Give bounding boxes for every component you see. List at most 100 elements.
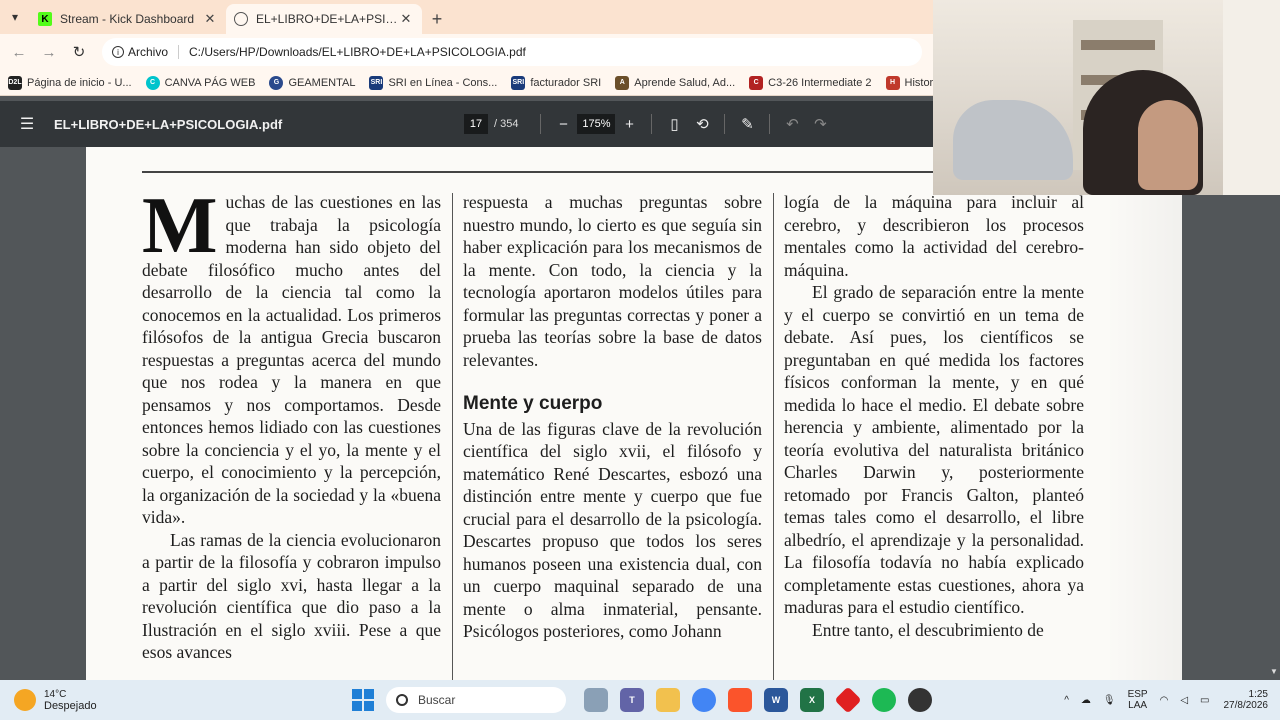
tab-search-chevron-icon[interactable]: ▾: [0, 0, 30, 34]
close-tab-icon[interactable]: ✕: [202, 11, 218, 27]
zoom-out-icon[interactable]: −: [549, 110, 577, 138]
column-divider: [452, 193, 453, 680]
bookmark-item[interactable]: SRI facturador SRI: [511, 75, 602, 90]
volume-icon[interactable]: ◁: [1180, 695, 1188, 706]
course-icon: C: [749, 75, 764, 90]
pillow: [953, 100, 1073, 180]
bookmark-item[interactable]: C C3-26 Intermediate 2: [749, 75, 872, 90]
bookmark-item[interactable]: A Aprende Salud, Ad...: [615, 75, 736, 90]
search-icon: [396, 694, 408, 706]
excel-icon[interactable]: X: [800, 688, 824, 712]
lang-code: ESP: [1127, 689, 1148, 700]
d2l-icon: D2L: [8, 75, 22, 90]
bookmark-label: Aprende Salud, Ad...: [634, 76, 736, 89]
system-tray: ^ ☁ 🎙 ESP LAA ◠ ◁ ▭ 1:25 27/8/2026: [1058, 680, 1280, 720]
language-indicator[interactable]: ESP LAA: [1128, 689, 1148, 711]
cloud-icon[interactable]: ☁: [1081, 695, 1091, 706]
divider: [724, 114, 726, 134]
chevron-up-icon[interactable]: ^: [1064, 695, 1069, 706]
keyboard-layout: LAA: [1128, 700, 1148, 711]
canva-icon: C: [145, 75, 160, 90]
tab-pdf[interactable]: EL+LIBRO+DE+LA+PSICOLOGIA.pdf ✕: [226, 4, 422, 34]
brave-icon[interactable]: [728, 688, 752, 712]
wifi-icon[interactable]: ◠: [1160, 695, 1169, 706]
paragraph: Las ramas de la ciencia evolucionaron a …: [142, 529, 441, 663]
word-icon[interactable]: W: [764, 688, 788, 712]
site-info-chip[interactable]: i Archivo: [112, 45, 180, 59]
info-icon: i: [112, 46, 124, 58]
kick-favicon-icon: K: [38, 12, 52, 26]
file-explorer-icon[interactable]: [656, 688, 680, 712]
teams-icon[interactable]: T: [620, 688, 644, 712]
historia-icon: H: [885, 75, 900, 90]
forward-arrow-icon[interactable]: →: [34, 37, 64, 67]
undo-icon[interactable]: ↶: [778, 110, 806, 138]
bookmark-label: facturador SRI: [530, 76, 602, 89]
text-column-3: logía de la máquina para incluir al cere…: [784, 191, 1084, 641]
zoom-level-input[interactable]: 175%: [577, 114, 616, 134]
reload-icon[interactable]: ↻: [64, 37, 94, 67]
new-tab-button[interactable]: +: [422, 4, 452, 34]
page-number-input[interactable]: 17: [464, 114, 488, 134]
tab-title: EL+LIBRO+DE+LA+PSICOLOGIA.pdf: [256, 12, 398, 26]
moon-weather-icon: [14, 689, 36, 711]
text-column-1: M uchas de las cuestiones en las que tra…: [142, 186, 441, 664]
windows-start-icon[interactable]: [352, 689, 374, 711]
redo-icon[interactable]: ↷: [806, 110, 834, 138]
scroll-down-arrow-icon[interactable]: ▼: [1268, 667, 1280, 680]
bookmark-item[interactable]: D2L Página de inicio - U...: [8, 75, 132, 90]
fit-page-icon[interactable]: ▯: [660, 110, 688, 138]
bookmark-label: Página de inicio - U...: [27, 76, 132, 89]
webcam-overlay: [933, 0, 1280, 195]
geamental-icon: G: [269, 75, 284, 90]
spotify-icon[interactable]: [872, 688, 896, 712]
page-total: / 354: [494, 118, 519, 130]
task-view-icon[interactable]: [584, 688, 608, 712]
text-column-2: respuesta a muchas preguntas sobre nuest…: [463, 191, 762, 643]
aprende-salud-icon: A: [615, 75, 630, 90]
pdf-viewer[interactable]: M uchas de las cuestiones en las que tra…: [0, 147, 1280, 680]
weather-widget[interactable]: 14°C Despejado: [0, 689, 200, 712]
red-app-icon[interactable]: [834, 686, 862, 714]
microphone-icon[interactable]: 🎙: [1103, 695, 1116, 706]
paragraph: logía de la máquina para incluir al cere…: [784, 192, 1084, 280]
globe-icon: [234, 12, 248, 26]
taskbar-search[interactable]: Buscar: [386, 687, 566, 713]
address-bar[interactable]: i Archivo C:/Users/HP/Downloads/EL+LIBRO…: [102, 38, 922, 66]
hamburger-menu-icon[interactable]: ☰: [0, 114, 54, 134]
section-heading: Mente y cuerpo: [463, 393, 603, 414]
divider: [651, 114, 653, 134]
taskbar-apps: T W X: [578, 686, 938, 714]
back-arrow-icon[interactable]: ←: [4, 37, 34, 67]
pdf-page: M uchas de las cuestiones en las que tra…: [86, 147, 1182, 680]
rotate-icon[interactable]: ⟲: [688, 110, 716, 138]
clock[interactable]: 1:25 27/8/2026: [1224, 689, 1269, 711]
chrome-icon[interactable]: [692, 688, 716, 712]
bookmark-item[interactable]: SRI SRI en Línea - Cons...: [369, 75, 498, 90]
paragraph: respuesta a muchas preguntas sobre nuest…: [463, 192, 762, 370]
divider: [540, 114, 542, 134]
bookmark-item[interactable]: G GEAMENTAL: [269, 75, 356, 90]
bookmark-item[interactable]: C CANVA PÁG WEB: [145, 75, 255, 90]
weather-temp: 14°C: [44, 688, 67, 700]
bookmark-label: C3-26 Intermediate 2: [768, 76, 872, 89]
page-shadow: [1106, 191, 1182, 680]
search-placeholder: Buscar: [418, 693, 456, 707]
sri-icon: SRI: [369, 75, 384, 90]
taskbar: 14°C Despejado Buscar T W X ^ ☁ 🎙 ESP LA…: [0, 680, 1280, 720]
person-face: [1138, 100, 1198, 190]
obs-icon[interactable]: [908, 688, 932, 712]
annotate-icon[interactable]: ✎: [733, 110, 761, 138]
paragraph: El grado de separación entre la mente y …: [784, 282, 1084, 617]
zoom-in-icon[interactable]: +: [615, 110, 643, 138]
url-text: C:/Users/HP/Downloads/EL+LIBRO+DE+LA+PSI…: [189, 45, 526, 59]
bookmark-label: SRI en Línea - Cons...: [388, 76, 498, 89]
column-divider: [773, 193, 774, 680]
clock-date: 27/8/2026: [1223, 700, 1269, 711]
tab-kick-dashboard[interactable]: K Stream - Kick Dashboard ✕: [30, 4, 226, 34]
battery-icon[interactable]: ▭: [1200, 695, 1209, 706]
pdf-title: EL+LIBRO+DE+LA+PSICOLOGIA.pdf: [54, 116, 283, 132]
tab-title: Stream - Kick Dashboard: [60, 12, 195, 26]
close-tab-icon[interactable]: ✕: [398, 11, 414, 27]
bookmark-label: GEAMENTAL: [288, 76, 356, 89]
